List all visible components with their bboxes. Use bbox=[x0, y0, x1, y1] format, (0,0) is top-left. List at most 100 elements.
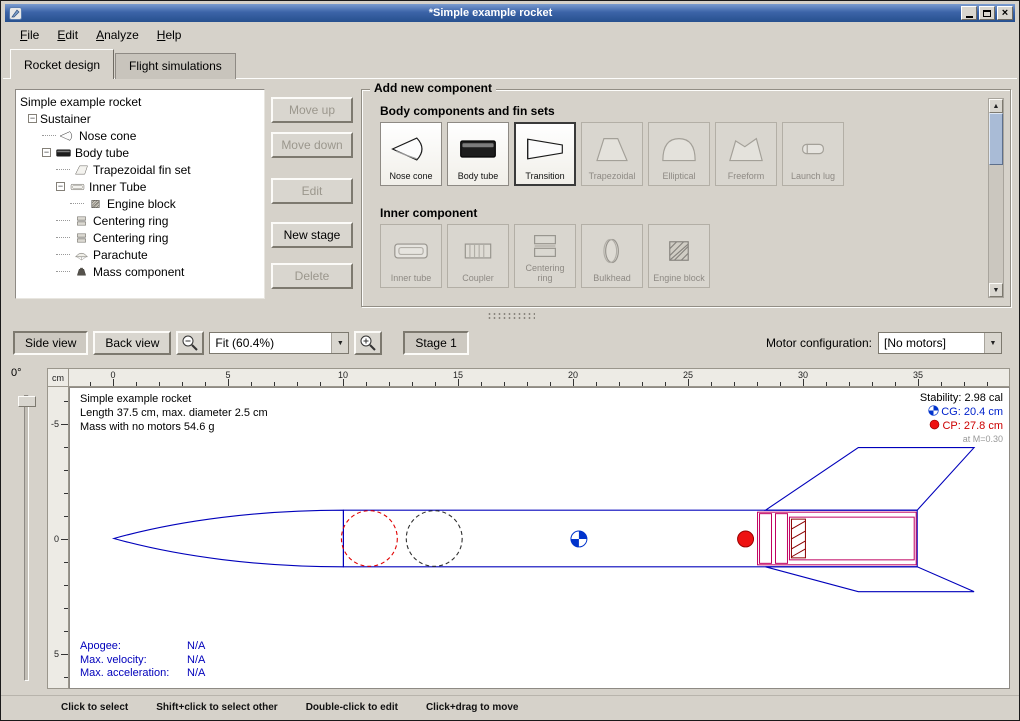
tree-item-inner-tube[interactable]: − Inner Tube bbox=[16, 178, 264, 195]
scroll-up-button[interactable]: ▲ bbox=[989, 99, 1003, 113]
menu-analyze[interactable]: Analyze bbox=[87, 24, 148, 46]
menu-help[interactable]: Help bbox=[148, 24, 191, 46]
body-tube-outline[interactable] bbox=[343, 510, 917, 567]
mass-icon bbox=[72, 266, 90, 278]
add-launch-lug-button[interactable]: Launch lug bbox=[782, 122, 844, 186]
add-body-tube-button[interactable]: Body tube bbox=[447, 122, 509, 186]
view-toolbar: Side view Back view Fit (60.4%) ▼ Stage … bbox=[13, 330, 1007, 356]
tree-item-label: Centering ring bbox=[93, 214, 168, 228]
window-title: *Simple example rocket bbox=[22, 8, 959, 19]
parachute-outline[interactable] bbox=[341, 511, 397, 567]
add-trapezoidal-button[interactable]: Trapezoidal bbox=[581, 122, 643, 186]
nose-cone-outline[interactable] bbox=[114, 510, 344, 567]
add-freeform-button[interactable]: Freeform bbox=[715, 122, 777, 186]
vertical-ruler: -505 bbox=[47, 387, 69, 689]
mass-component-outline[interactable] bbox=[406, 511, 462, 567]
menu-file[interactable]: File bbox=[11, 24, 48, 46]
back-view-button[interactable]: Back view bbox=[93, 331, 171, 355]
fin-upper[interactable] bbox=[766, 448, 975, 511]
component-button-label: Engine block bbox=[653, 274, 705, 285]
fin-lower[interactable] bbox=[766, 567, 975, 592]
maximize-button[interactable] bbox=[979, 6, 995, 20]
zoom-select[interactable]: Fit (60.4%) ▼ bbox=[209, 332, 349, 354]
tree-item-parachute[interactable]: Parachute bbox=[16, 246, 264, 263]
flight-stat-label: Apogee: bbox=[80, 640, 187, 654]
motor-configuration-label: Motor configuration: bbox=[766, 336, 872, 350]
tree-item-mass-component[interactable]: Mass component bbox=[16, 263, 264, 280]
close-button[interactable]: × bbox=[997, 6, 1013, 20]
centering-ring-2-outline[interactable] bbox=[775, 514, 787, 564]
delete-button[interactable]: Delete bbox=[271, 263, 353, 289]
zoom-out-icon bbox=[181, 334, 199, 352]
launchlug-icon bbox=[791, 125, 835, 172]
tree-item-simple-example-rocket[interactable]: Simple example rocket bbox=[16, 93, 264, 110]
flight-stat-value: N/A bbox=[187, 640, 205, 652]
scroll-down-button[interactable]: ▼ bbox=[989, 283, 1003, 297]
motor-mount-outline[interactable] bbox=[758, 512, 917, 565]
scrollbar-thumb[interactable] bbox=[989, 113, 1003, 165]
component-panel-scrollbar[interactable]: ▲ ▼ bbox=[988, 98, 1004, 298]
tree-collapse-toggle[interactable]: − bbox=[42, 148, 51, 157]
tree-collapse-toggle[interactable]: − bbox=[56, 182, 65, 191]
tree-item-body-tube[interactable]: −Body tube bbox=[16, 144, 264, 161]
tree-connector bbox=[56, 220, 70, 221]
new-stage-button[interactable]: New stage bbox=[271, 222, 353, 248]
component-button-label: Freeform bbox=[728, 172, 765, 183]
chevron-down-icon[interactable]: ▼ bbox=[331, 333, 348, 353]
status-hint: Click to select bbox=[61, 702, 128, 713]
tree-item-centering-ring[interactable]: Centering ring bbox=[16, 229, 264, 246]
add-centering-ring-button[interactable]: Centering ring bbox=[514, 224, 576, 288]
add-elliptical-button[interactable]: Elliptical bbox=[648, 122, 710, 186]
side-view-button[interactable]: Side view bbox=[13, 331, 88, 355]
elliptical-icon bbox=[657, 125, 701, 172]
section-label-body-components-and-fin-sets: Body components and fin sets bbox=[380, 104, 555, 118]
tab-flight-simulations[interactable]: Flight simulations bbox=[115, 53, 236, 79]
tree-item-nose-cone[interactable]: Nose cone bbox=[16, 127, 264, 144]
motor-configuration-select[interactable]: [No motors] ▼ bbox=[878, 332, 1002, 354]
chevron-down-icon[interactable]: ▼ bbox=[984, 333, 1001, 353]
add-engine-block-button[interactable]: Engine block bbox=[648, 224, 710, 288]
move-down-button[interactable]: Move down bbox=[271, 132, 353, 158]
minimize-button[interactable] bbox=[961, 6, 977, 20]
scrollbar-track[interactable] bbox=[989, 113, 1003, 283]
cp-value: 27.8 cm bbox=[964, 420, 1003, 432]
tree-item-label: Inner Tube bbox=[89, 180, 146, 194]
section-label-inner-component: Inner component bbox=[380, 206, 477, 220]
titlebar[interactable]: *Simple example rocket × bbox=[5, 4, 1015, 22]
trapezoidal-icon bbox=[590, 125, 634, 172]
cp-label: CP: bbox=[942, 420, 960, 432]
tree-item-centering-ring[interactable]: Centering ring bbox=[16, 212, 264, 229]
tree-connector bbox=[56, 254, 70, 255]
tree-item-engine-block[interactable]: Engine block bbox=[16, 195, 264, 212]
move-up-button[interactable]: Move up bbox=[271, 97, 353, 123]
zoom-in-button[interactable] bbox=[354, 331, 382, 355]
rotation-slider[interactable] bbox=[24, 395, 29, 681]
component-button-label: Trapezoidal bbox=[589, 172, 636, 183]
add-bulkhead-button[interactable]: Bulkhead bbox=[581, 224, 643, 288]
add-nose-cone-button[interactable]: Nose cone bbox=[380, 122, 442, 186]
tree-item-trapezoidal-fin-set[interactable]: Trapezoidal fin set bbox=[16, 161, 264, 178]
rocket-canvas[interactable]: Simple example rocket Length 37.5 cm, ma… bbox=[69, 387, 1010, 689]
cp-legend-icon bbox=[929, 419, 940, 430]
component-button-label: Centering ring bbox=[517, 264, 573, 285]
stage-1-toggle[interactable]: Stage 1 bbox=[403, 331, 468, 355]
splitter-handle[interactable] bbox=[487, 312, 535, 321]
tree-connector bbox=[70, 203, 84, 204]
add-coupler-button[interactable]: Coupler bbox=[447, 224, 509, 288]
status-hint: Shift+click to select other bbox=[156, 702, 277, 713]
tab-rocket-design[interactable]: Rocket design bbox=[10, 49, 114, 79]
edit-button[interactable]: Edit bbox=[271, 178, 353, 204]
add-inner-tube-button[interactable]: Inner tube bbox=[380, 224, 442, 288]
rotation-slider-thumb[interactable] bbox=[18, 396, 36, 407]
tree-item-label: Nose cone bbox=[79, 129, 136, 143]
innertube-icon bbox=[68, 181, 86, 193]
centering-ring-1-outline[interactable] bbox=[760, 514, 772, 564]
engineblock-icon bbox=[657, 227, 701, 274]
inner-tube-outline[interactable] bbox=[789, 517, 914, 560]
zoom-out-button[interactable] bbox=[176, 331, 204, 355]
edit-button-column: Move up Move down Edit New stage Delete bbox=[271, 97, 353, 292]
menu-edit[interactable]: Edit bbox=[48, 24, 87, 46]
add-transition-button[interactable]: Transition bbox=[514, 122, 576, 186]
tree-item-sustainer[interactable]: −Sustainer bbox=[16, 110, 264, 127]
tree-collapse-toggle[interactable]: − bbox=[28, 114, 37, 123]
